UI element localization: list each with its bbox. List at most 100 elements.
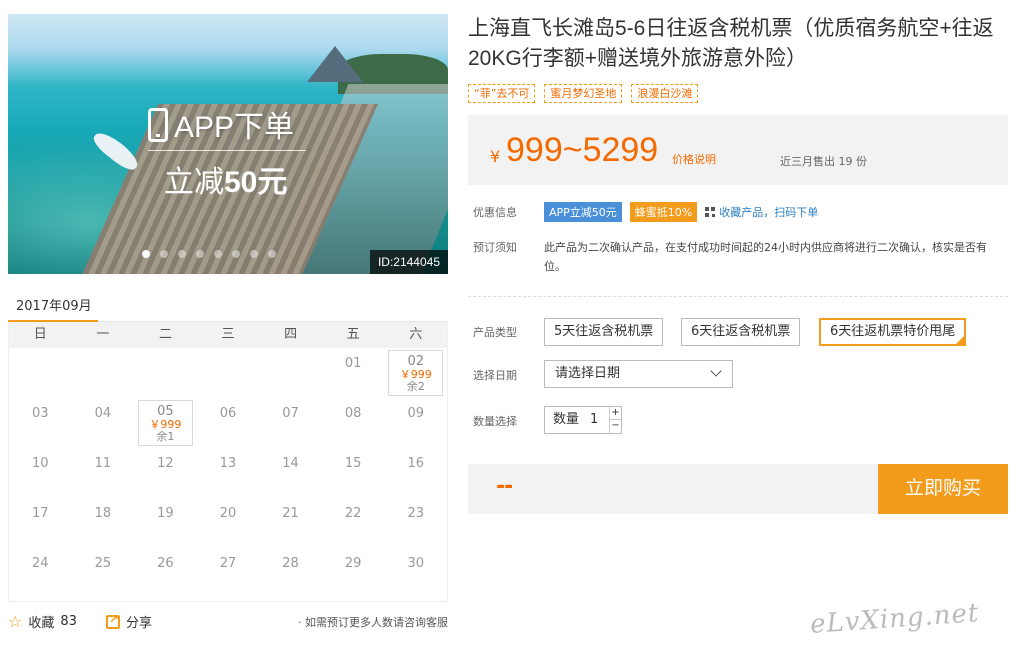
day-number: 10 bbox=[32, 456, 49, 471]
day-number: 30 bbox=[407, 556, 424, 571]
quantity-increase-button[interactable]: + bbox=[609, 407, 621, 420]
price-calendar: 日 一 二 三 四 五 六 01 02 ￥999 余2 03 04 05 ￥999 余1 06 07 08 09 10… bbox=[8, 322, 448, 602]
day-number: 16 bbox=[407, 456, 424, 471]
carousel-dot[interactable] bbox=[214, 250, 222, 258]
product-tag: “菲”去不可 bbox=[468, 84, 536, 103]
calendar-day: 18 bbox=[72, 498, 135, 548]
notice-label: 预订须知 bbox=[473, 241, 517, 254]
price-explain-link[interactable]: 价格说明 bbox=[672, 151, 716, 167]
calendar-day: 19 bbox=[134, 498, 197, 548]
section-divider bbox=[468, 296, 1008, 297]
day-number: 07 bbox=[282, 406, 299, 421]
calendar-day: 13 bbox=[197, 448, 260, 498]
share-button[interactable]: 分享 bbox=[106, 612, 152, 631]
star-icon: ☆ bbox=[8, 612, 23, 631]
calendar-day: 06 bbox=[197, 398, 260, 448]
total-price: -- bbox=[496, 474, 513, 499]
product-actions: ☆ 收藏 83 分享 · 如需预订更多人数请咨询客服 bbox=[8, 612, 448, 634]
quantity-value[interactable]: 1 bbox=[590, 407, 598, 433]
chevron-down-icon bbox=[710, 365, 722, 377]
app-discount-badge: APP立减50元 bbox=[544, 202, 622, 222]
favorite-label: 收藏 bbox=[28, 616, 55, 631]
carousel-dot[interactable] bbox=[142, 250, 150, 258]
product-title: 上海直飞长滩岛5-6日往返含税机票（优质宿务航空+往返20KG行李额+赠送境外旅… bbox=[468, 17, 994, 70]
qr-order-link[interactable]: 收藏产品，扫码下单 bbox=[705, 204, 818, 220]
carousel-dot[interactable] bbox=[268, 250, 276, 258]
favorite-button[interactable]: ☆ 收藏 83 bbox=[8, 612, 77, 631]
weekday-label: 三 bbox=[221, 327, 235, 342]
carousel-dots bbox=[142, 250, 276, 258]
day-number: 09 bbox=[407, 406, 424, 421]
carousel-dot[interactable] bbox=[178, 250, 186, 258]
calendar-day: 07 bbox=[259, 398, 322, 448]
day-number: 20 bbox=[219, 506, 237, 521]
weekday-label: 六 bbox=[409, 327, 423, 342]
booking-notice: 此产品为二次确认产品，在支付成功时间起的24小时内供应商将进行二次确认，核实是否… bbox=[544, 241, 987, 273]
day-number: 27 bbox=[219, 556, 237, 571]
calendar-empty bbox=[134, 348, 197, 398]
calendar-day: 22 bbox=[322, 498, 385, 548]
calendar-day: 10 bbox=[9, 448, 72, 498]
quantity-decrease-button[interactable]: − bbox=[609, 420, 621, 433]
offer-info: APP立减50元 蜂蜜抵10% 收藏产品，扫码下单 bbox=[544, 202, 818, 222]
weekday-label: 二 bbox=[158, 327, 172, 342]
calendar-day: 12 bbox=[134, 448, 197, 498]
weekday-label: 日 bbox=[33, 327, 47, 342]
carousel-dot[interactable] bbox=[232, 250, 240, 258]
calendar-day: 21 bbox=[259, 498, 322, 548]
day-number: 19 bbox=[157, 506, 174, 521]
product-hero-image: APP下单 立减50元 ID:2144045 bbox=[8, 14, 448, 274]
currency-symbol: ¥ bbox=[490, 147, 501, 166]
product-type-option[interactable]: 5天往返含税机票 bbox=[544, 318, 664, 346]
calendar-day-available[interactable]: 02 ￥999 余2 bbox=[388, 350, 443, 396]
total-bar: -- bbox=[468, 464, 878, 514]
day-number: 23 bbox=[407, 506, 424, 521]
day-number: 02 bbox=[407, 354, 424, 369]
sold-count: 近三月售出 19 份 bbox=[780, 155, 867, 168]
group-booking-tip: · 如需预订更多人数请咨询客服 bbox=[298, 616, 448, 629]
carousel-dot[interactable] bbox=[196, 250, 204, 258]
day-number: 01 bbox=[344, 356, 362, 371]
day-number: 21 bbox=[282, 506, 299, 521]
quantity-stepper[interactable]: 数量 1 + − bbox=[544, 406, 622, 434]
day-number: 13 bbox=[219, 456, 237, 471]
date-select-value: 请选择日期 bbox=[555, 366, 621, 381]
product-type-option[interactable]: 6天往返含税机票 bbox=[681, 318, 801, 346]
day-remaining: 余1 bbox=[156, 430, 175, 443]
day-number: 03 bbox=[32, 406, 49, 421]
calendar-weekdays: 日一二三四五六 bbox=[9, 322, 447, 348]
calendar-day: 28 bbox=[259, 548, 322, 598]
product-tags: “菲”去不可 蜜月梦幻圣地 浪漫白沙滩 bbox=[468, 84, 699, 103]
product-type-label: 产品类型 bbox=[473, 326, 517, 339]
product-tag: 蜜月梦幻圣地 bbox=[544, 84, 623, 103]
calendar-month-tab[interactable]: 2017年09月 bbox=[16, 295, 92, 314]
product-type-option-selected[interactable]: 6天往返机票特价甩尾 bbox=[819, 318, 967, 346]
calendar-day: 26 bbox=[134, 548, 197, 598]
calendar-day: 03 bbox=[9, 398, 72, 448]
date-select[interactable]: 请选择日期 bbox=[544, 360, 733, 388]
favorite-count: 83 bbox=[60, 614, 77, 629]
qr-code-icon bbox=[705, 207, 716, 217]
calendar-grid: 01 02 ￥999 余2 03 04 05 ￥999 余1 06 07 08 09 10 11 12 13 14… bbox=[9, 348, 447, 598]
carousel-dot[interactable] bbox=[250, 250, 258, 258]
day-number: 04 bbox=[94, 406, 112, 421]
share-icon bbox=[106, 612, 120, 629]
calendar-empty bbox=[259, 348, 322, 398]
day-number: 11 bbox=[94, 456, 112, 471]
quantity-label: 数量选择 bbox=[473, 415, 517, 428]
calendar-empty bbox=[9, 348, 72, 398]
calendar-day: 16 bbox=[384, 448, 447, 498]
calendar-day: 11 bbox=[72, 448, 135, 498]
share-label: 分享 bbox=[126, 616, 153, 631]
calendar-day: 01 bbox=[322, 348, 385, 398]
carousel-dot[interactable] bbox=[160, 250, 168, 258]
day-number: 24 bbox=[32, 556, 49, 571]
calendar-day: 25 bbox=[72, 548, 135, 598]
day-number: 15 bbox=[344, 456, 362, 471]
calendar-day-available[interactable]: 05 ￥999 余1 bbox=[138, 400, 193, 446]
date-label: 选择日期 bbox=[473, 369, 517, 382]
buy-now-button[interactable]: 立即购买 bbox=[878, 464, 1008, 514]
calendar-empty bbox=[197, 348, 260, 398]
price-range: 999~5299 bbox=[506, 131, 659, 169]
calendar-day: 24 bbox=[9, 548, 72, 598]
